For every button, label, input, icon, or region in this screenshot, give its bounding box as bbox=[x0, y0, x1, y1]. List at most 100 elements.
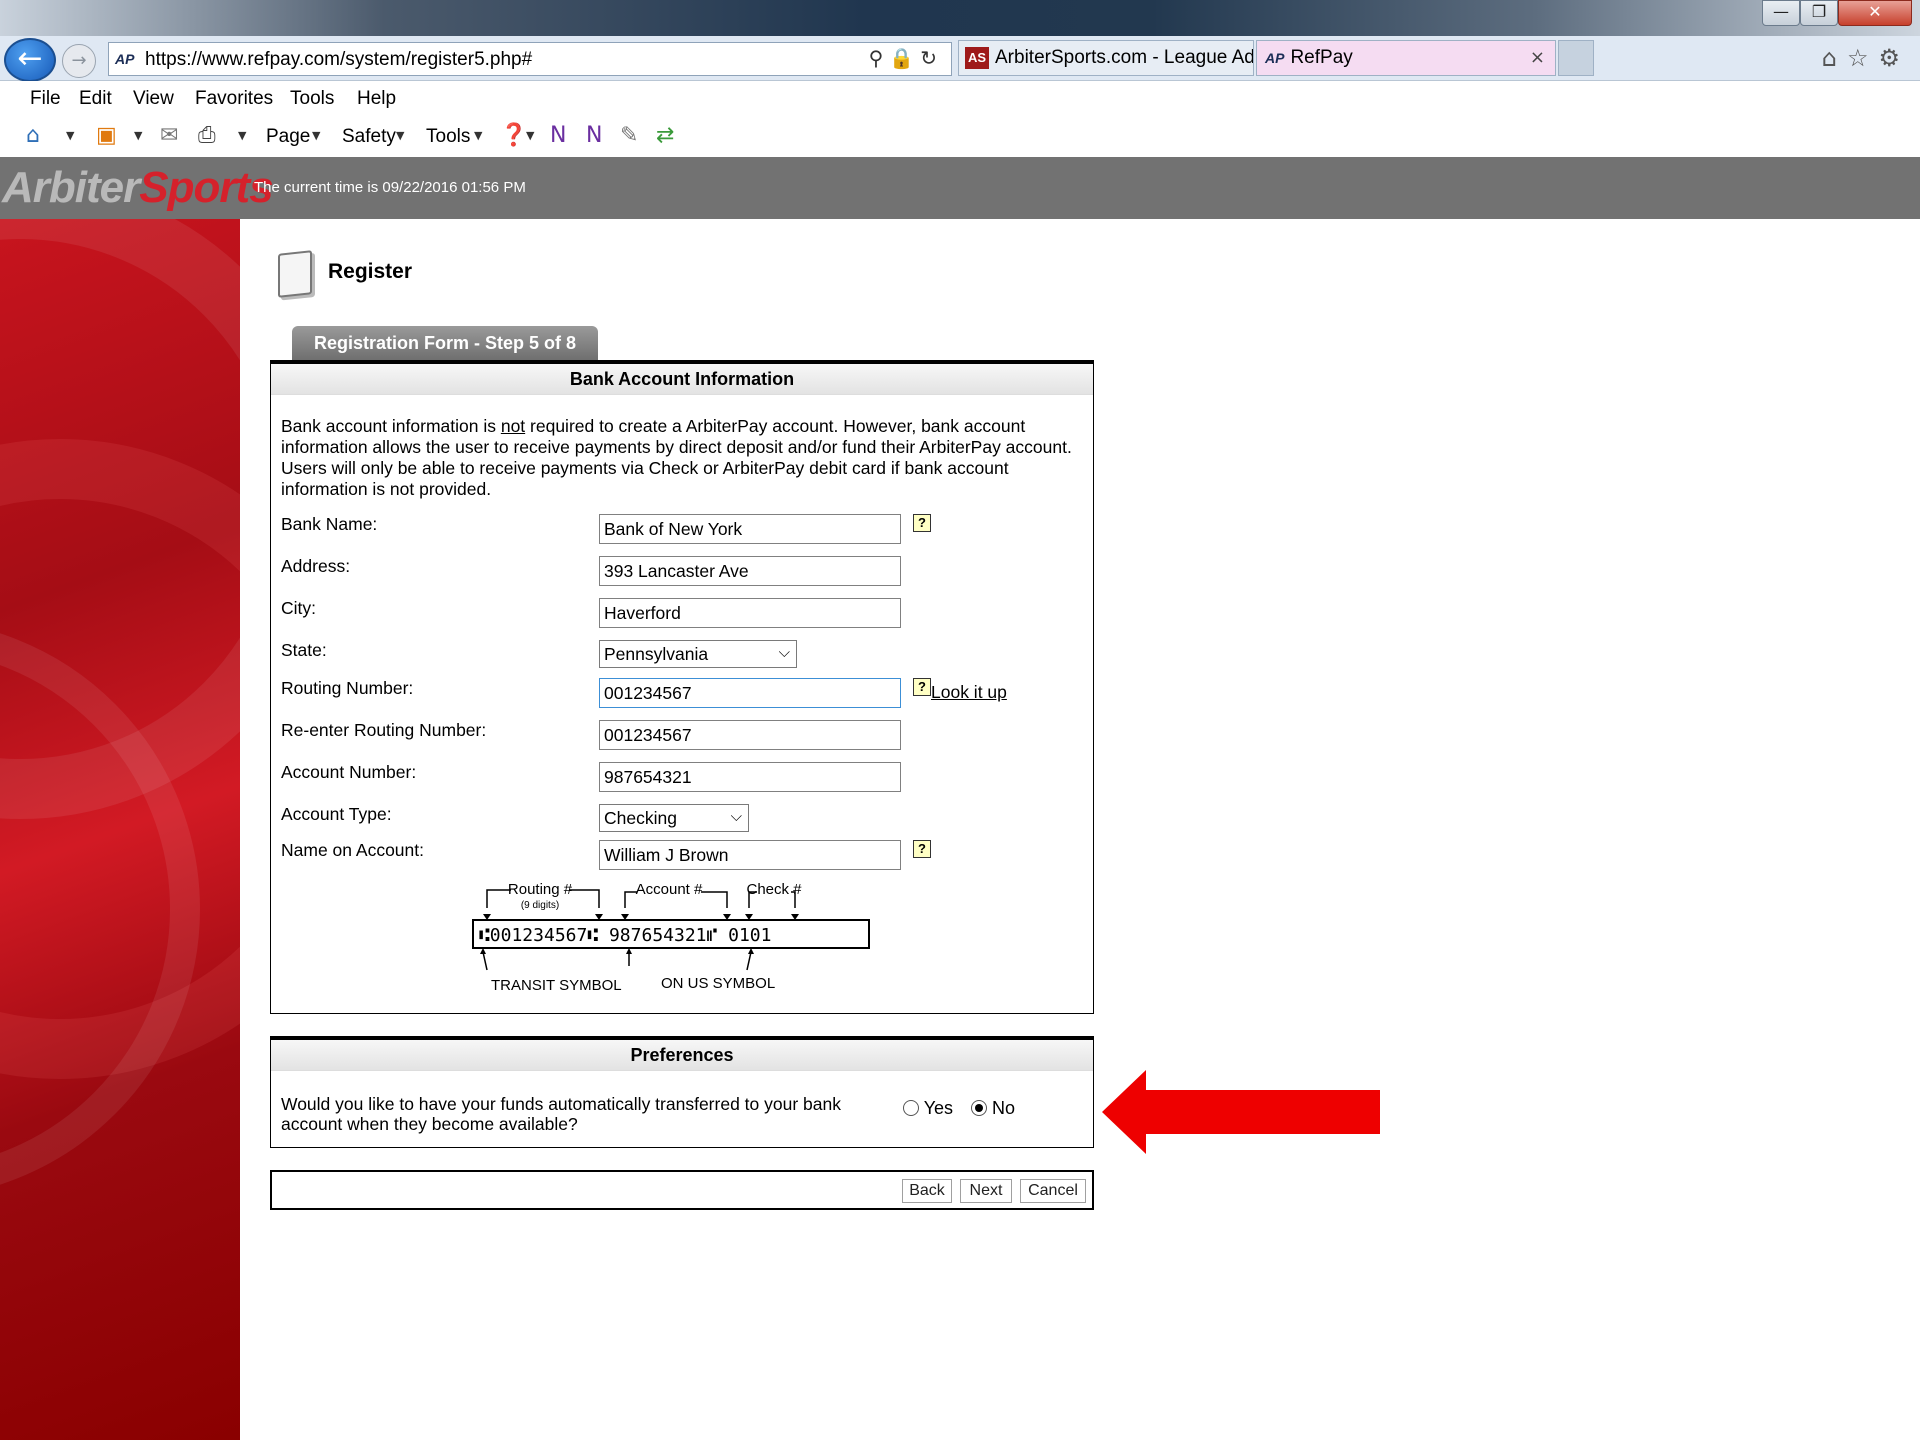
safety-menu[interactable]: Safety bbox=[342, 126, 396, 148]
auto-transfer-no-option[interactable]: No bbox=[971, 1098, 1015, 1119]
page-title: Register bbox=[328, 260, 413, 283]
check-diagram: Routing # (9 digits) Account # Check # ⑆… bbox=[472, 881, 870, 994]
chevron-down-icon[interactable]: ▼ bbox=[526, 129, 534, 142]
translate-icon[interactable]: ⇄ bbox=[656, 123, 674, 148]
chevron-down-icon: ⌵ bbox=[730, 807, 742, 825]
next-button[interactable]: Next bbox=[960, 1179, 1012, 1203]
back-button[interactable]: Back bbox=[902, 1179, 952, 1203]
tab-refpay[interactable]: AP RefPay × bbox=[1256, 40, 1556, 76]
chevron-down-icon[interactable]: ▼ bbox=[66, 129, 74, 142]
step-tab: Registration Form - Step 5 of 8 bbox=[292, 326, 598, 360]
close-window-button[interactable]: ✕ bbox=[1838, 0, 1912, 26]
feeds-icon[interactable]: ▣ bbox=[96, 123, 117, 148]
window-titlebar: — ❐ ✕ bbox=[0, 0, 1920, 36]
lock-icon[interactable]: 🔒 bbox=[889, 46, 920, 70]
chevron-down-icon[interactable]: ▼ bbox=[396, 129, 404, 142]
city-field[interactable]: Haverford bbox=[599, 598, 901, 628]
address-bar-icons[interactable]: ⚲🔒↻ bbox=[869, 46, 943, 70]
help-icon[interactable]: ❓ bbox=[500, 123, 527, 148]
settings-gear-icon[interactable]: ⚙ bbox=[1878, 44, 1910, 72]
radio-yes[interactable] bbox=[903, 1100, 919, 1116]
address-label: Address: bbox=[281, 556, 351, 576]
routing-number-field[interactable]: 001234567 bbox=[599, 678, 901, 708]
state-label: State: bbox=[281, 640, 327, 660]
auto-transfer-question: Would you like to have your funds automa… bbox=[281, 1094, 841, 1134]
bank-intro-text: Bank account information is not required… bbox=[281, 416, 1072, 499]
name-help-icon[interactable]: ? bbox=[913, 840, 931, 858]
bank-name-field[interactable]: Bank of New York bbox=[599, 514, 901, 544]
account-type-label: Account Type: bbox=[281, 804, 392, 824]
search-icon[interactable]: ⚲ bbox=[869, 46, 890, 70]
onenote-linked-icon[interactable]: N bbox=[586, 123, 602, 148]
name-on-account-label: Name on Account: bbox=[281, 840, 424, 860]
maximize-button[interactable]: ❐ bbox=[1800, 0, 1838, 26]
chevron-down-icon: ⌵ bbox=[778, 643, 790, 661]
mail-icon[interactable]: ✉ bbox=[160, 123, 178, 148]
tools-menu[interactable]: Tools bbox=[426, 126, 470, 148]
close-tab-icon[interactable]: × bbox=[1530, 41, 1545, 75]
routing-number-label: Routing Number: bbox=[281, 678, 414, 698]
print-icon[interactable]: ⎙ bbox=[198, 123, 216, 148]
radio-no[interactable] bbox=[971, 1100, 987, 1116]
chevron-down-icon[interactable]: ▼ bbox=[312, 129, 320, 142]
site-header: ArbiterSports The current time is 09/22/… bbox=[0, 157, 1920, 219]
page-menu[interactable]: Page bbox=[266, 126, 310, 148]
reenter-routing-label: Re-enter Routing Number: bbox=[281, 720, 487, 740]
home-icon[interactable]: ⌂ bbox=[1822, 44, 1847, 72]
radio-no-label: No bbox=[992, 1098, 1016, 1118]
forward-arrow-icon[interactable]: → bbox=[62, 44, 96, 78]
micr-line: ⑆001234567⑆ 987654321⑈ 0101 bbox=[479, 925, 772, 946]
onenote-icon[interactable]: N bbox=[550, 123, 566, 148]
menu-edit[interactable]: Edit bbox=[79, 88, 112, 110]
chevron-down-icon[interactable]: ▼ bbox=[134, 129, 142, 142]
new-tab-button[interactable] bbox=[1558, 40, 1594, 76]
menu-view[interactable]: View bbox=[133, 88, 174, 110]
arbitersports-favicon-icon: AS bbox=[965, 46, 989, 69]
address-field[interactable]: 393 Lancaster Ave bbox=[599, 556, 901, 586]
tab-label: RefPay bbox=[1290, 47, 1353, 68]
reenter-routing-field[interactable]: 001234567 bbox=[599, 720, 901, 750]
refpay-favicon-icon: AP bbox=[1265, 50, 1285, 66]
address-bar[interactable]: AP https://www.refpay.com/system/registe… bbox=[108, 42, 952, 76]
bank-name-label: Bank Name: bbox=[281, 514, 378, 534]
check-caption: Check # bbox=[746, 881, 802, 898]
cancel-button[interactable]: Cancel bbox=[1020, 1179, 1086, 1203]
favorites-star-icon[interactable]: ☆ bbox=[1847, 44, 1879, 72]
home-icon[interactable]: ⌂ bbox=[26, 123, 40, 148]
browser-navbar: ← → AP https://www.refpay.com/system/reg… bbox=[0, 36, 1920, 82]
bank-section-header: Bank Account Information bbox=[271, 364, 1093, 395]
account-number-label: Account Number: bbox=[281, 762, 417, 782]
minimize-button[interactable]: — bbox=[1762, 0, 1800, 26]
research-icon[interactable]: ✎ bbox=[620, 123, 638, 148]
bank-account-panel: Bank Account Information Bank account in… bbox=[270, 360, 1094, 1014]
chevron-down-icon[interactable]: ▼ bbox=[238, 129, 246, 142]
tab-arbitersports[interactable]: AS ArbiterSports.com - League Ad... bbox=[958, 40, 1254, 76]
menu-file[interactable]: File bbox=[30, 88, 61, 110]
routing-subcaption: (9 digits) bbox=[521, 900, 559, 911]
look-it-up-link[interactable]: Look it up bbox=[931, 682, 1007, 703]
auto-transfer-yes-option[interactable]: Yes bbox=[903, 1098, 953, 1119]
bank-name-help-icon[interactable]: ? bbox=[913, 514, 931, 532]
preferences-panel: Preferences Would you like to have your … bbox=[270, 1036, 1094, 1148]
account-type-select[interactable]: Checking ⌵ bbox=[599, 804, 749, 832]
browser-right-icons: ⌂☆⚙ bbox=[1822, 44, 1910, 72]
left-decorative-panel bbox=[0, 219, 240, 1440]
refresh-icon[interactable]: ↻ bbox=[920, 46, 943, 70]
state-select[interactable]: Pennsylvania ⌵ bbox=[599, 640, 797, 668]
menu-tools[interactable]: Tools bbox=[290, 88, 334, 110]
menu-favorites[interactable]: Favorites bbox=[195, 88, 273, 110]
red-annotation-arrow bbox=[1102, 1070, 1380, 1154]
name-on-account-field[interactable]: William J Brown bbox=[599, 840, 901, 870]
routing-caption: Routing # bbox=[508, 881, 573, 898]
routing-help-icon[interactable]: ? bbox=[913, 678, 931, 696]
tab-label: ArbiterSports.com - League Ad... bbox=[995, 47, 1254, 68]
arbitersports-logo: ArbiterSports bbox=[2, 163, 274, 212]
chevron-down-icon[interactable]: ▼ bbox=[474, 129, 482, 142]
command-bar: ⌂ ▼ ▣ ▼ ✉ ⎙ ▼ Page ▼ Safety ▼ Tools ▼ ❓ … bbox=[0, 117, 1920, 157]
menu-bar: File Edit View Favorites Tools Help bbox=[0, 81, 1920, 117]
back-arrow-icon[interactable]: ← bbox=[4, 38, 56, 82]
address-url[interactable]: https://www.refpay.com/system/register5.… bbox=[145, 49, 532, 71]
current-time-text: The current time is 09/22/2016 01:56 PM bbox=[254, 179, 526, 196]
menu-help[interactable]: Help bbox=[357, 88, 396, 110]
account-number-field[interactable]: 987654321 bbox=[599, 762, 901, 792]
